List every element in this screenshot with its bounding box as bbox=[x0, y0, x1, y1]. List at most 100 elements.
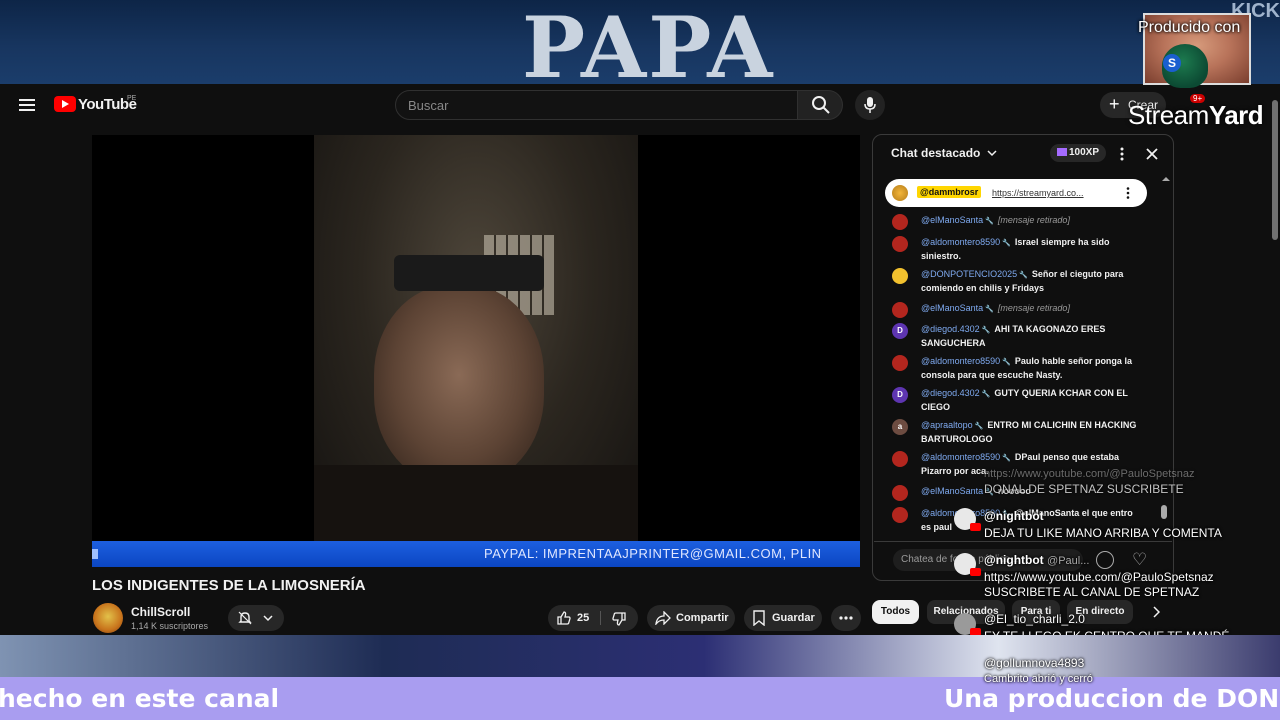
chat-message[interactable]: @elManoSanta 🔧 [mensaje retirado] bbox=[892, 214, 1142, 230]
overlay-faded-url: https://www.youtube.com/@PauloSpetsnaz bbox=[984, 468, 1195, 480]
chat-author[interactable]: @apraaltopo bbox=[921, 420, 973, 430]
chat-author[interactable]: @diegod.4302 bbox=[921, 324, 980, 334]
spetsnaz-badge-icon: S bbox=[1163, 54, 1181, 72]
chat-avatar[interactable] bbox=[892, 236, 908, 252]
chat-avatar[interactable]: a bbox=[892, 419, 908, 435]
hamburger-menu-icon[interactable] bbox=[19, 99, 35, 111]
overlay-faded-line: DONAL DE SPETNAZ SUSCRIBETE bbox=[984, 482, 1184, 496]
chip-todos[interactable]: Todos bbox=[872, 600, 919, 624]
chat-avatar[interactable] bbox=[892, 485, 908, 501]
scroll-up-arrow-icon[interactable] bbox=[1161, 176, 1171, 182]
chat-message[interactable]: @aldomontero8590 🔧 Paulo hable señor ponga… bbox=[892, 355, 1142, 382]
chat-author[interactable]: @DONPOTENCIO2025 bbox=[921, 269, 1017, 279]
chat-avatar[interactable] bbox=[892, 355, 908, 371]
chat-mode-selector[interactable]: Chat destacado bbox=[891, 146, 997, 160]
pinned-user-avatar bbox=[892, 185, 908, 201]
moderator-wrench-icon: 🔧 bbox=[974, 423, 984, 430]
overlay-comment-text: https://www.youtube.com/@PauloSpetsnaz bbox=[984, 570, 1214, 584]
bell-icon bbox=[238, 611, 252, 625]
video-title: LOS INDIGENTES DE LA LIMOSNERÍA bbox=[92, 577, 366, 594]
webcam-video-frame bbox=[314, 135, 638, 541]
thumbs-up-icon[interactable] bbox=[556, 610, 572, 626]
chat-author[interactable]: @diegod.4302 bbox=[921, 388, 980, 398]
chat-avatar[interactable]: D bbox=[892, 387, 908, 403]
chevron-down-icon bbox=[263, 615, 273, 622]
chat-avatar[interactable] bbox=[892, 268, 908, 284]
chat-author[interactable]: @elManoSanta bbox=[921, 486, 983, 496]
moderator-wrench-icon: 🔧 bbox=[981, 391, 991, 398]
chat-avatar[interactable] bbox=[892, 507, 908, 523]
search-button[interactable] bbox=[797, 90, 843, 120]
streamyard-suffix: Yard bbox=[1208, 100, 1264, 130]
moderator-wrench-icon: 🔧 bbox=[981, 327, 991, 334]
like-count: 25 bbox=[577, 612, 590, 624]
overlay-comment-user: @nightbot @Paul... bbox=[984, 553, 1089, 567]
notification-bell-button[interactable] bbox=[228, 605, 284, 631]
streamyard-watermark: StreamYard bbox=[1128, 100, 1264, 131]
youtube-mini-icon bbox=[970, 523, 981, 531]
chat-message[interactable]: @aldomontero8590 🔧 Israel siempre ha sido … bbox=[892, 236, 1142, 263]
chat-scrollbar[interactable] bbox=[1161, 505, 1167, 519]
chat-message[interactable]: D @diegod.4302 🔧 AHI TA KAGONAZO ERES SANGU… bbox=[892, 323, 1142, 350]
chat-text: [mensaje retirado] bbox=[997, 303, 1070, 313]
page-scrollbar[interactable] bbox=[1270, 90, 1280, 630]
chat-message[interactable]: a @apraaltopo 🔧 ENTRO MI CALICHIN EN HACKIN… bbox=[892, 419, 1142, 446]
like-divider bbox=[600, 611, 601, 625]
chat-message[interactable]: @DONPOTENCIO2025 🔧 Señor el cieguto para c… bbox=[892, 268, 1142, 295]
overlay-user-name: @nightbot bbox=[984, 553, 1044, 567]
chat-avatar[interactable] bbox=[892, 214, 908, 230]
moderator-wrench-icon: 🔧 bbox=[1019, 272, 1028, 279]
youtube-mini-icon bbox=[970, 568, 981, 576]
streamer-body bbox=[314, 465, 638, 541]
chat-avatar[interactable] bbox=[892, 451, 908, 467]
save-button[interactable]: Guardar bbox=[744, 605, 822, 631]
pinned-kebab-icon[interactable] bbox=[1126, 187, 1130, 199]
more-actions-button[interactable] bbox=[831, 605, 861, 631]
overlay-user-suffix: @Paul... bbox=[1047, 555, 1090, 567]
video-ticker: PAYPAL: IMPRENTAAJPRINTER@GMAIL.COM, PLI… bbox=[92, 541, 860, 567]
search-input[interactable] bbox=[396, 91, 776, 119]
nightbot-avatar bbox=[954, 508, 981, 531]
chevron-right-icon[interactable] bbox=[1152, 606, 1160, 618]
plus-icon: + bbox=[1109, 94, 1120, 114]
chat-avatar[interactable]: D bbox=[892, 323, 908, 339]
chat-author[interactable]: @aldomontero8590 bbox=[921, 356, 1000, 366]
chat-author[interactable]: @elManoSanta bbox=[921, 303, 983, 313]
chat-message[interactable]: D @diegod.4302 🔧 GUTY QUERIA KCHAR CON EL C… bbox=[892, 387, 1142, 414]
voice-search-button[interactable] bbox=[855, 90, 885, 120]
chat-text: [mensaje retirado] bbox=[997, 215, 1070, 225]
banner-headline: PAPA bbox=[522, 0, 775, 85]
channel-name[interactable]: ChillScroll bbox=[131, 605, 190, 619]
share-button[interactable]: Compartir bbox=[647, 605, 735, 631]
overlay-comment-user: @gollumnova4893 bbox=[984, 656, 1085, 670]
streamer-face bbox=[374, 285, 544, 485]
overlay-comment-user: @nightbot bbox=[984, 509, 1044, 523]
search-box bbox=[395, 90, 798, 120]
share-label: Compartir bbox=[676, 612, 729, 624]
chat-author[interactable]: @aldomontero8590 bbox=[921, 237, 1000, 247]
el-tio-charli-avatar bbox=[954, 613, 981, 636]
streamyard-prefix: Stream bbox=[1128, 100, 1209, 130]
ticker-marker bbox=[92, 549, 98, 559]
chat-author[interactable]: @aldomontero8590 bbox=[921, 452, 1000, 462]
close-icon[interactable] bbox=[1146, 148, 1158, 160]
page-scrollbar-thumb[interactable] bbox=[1272, 100, 1278, 240]
save-label: Guardar bbox=[772, 612, 815, 624]
chat-author[interactable]: @elManoSanta bbox=[921, 215, 983, 225]
heart-icon[interactable]: ♡ bbox=[1132, 551, 1147, 569]
moderator-wrench-icon: 🔧 bbox=[1002, 240, 1011, 247]
pinned-link[interactable]: https://streamyard.co... bbox=[992, 188, 1084, 198]
bookmark-icon bbox=[753, 610, 765, 626]
more-horizontal-icon bbox=[839, 616, 853, 620]
thumbs-down-icon[interactable] bbox=[611, 611, 627, 627]
kebab-menu-icon[interactable] bbox=[1120, 147, 1124, 161]
chat-avatar[interactable] bbox=[892, 302, 908, 318]
channel-avatar[interactable] bbox=[93, 603, 123, 633]
youtube-logo-icon[interactable] bbox=[54, 96, 76, 112]
emoji-icon[interactable] bbox=[1096, 551, 1114, 569]
like-dislike-group: 25 bbox=[548, 605, 638, 631]
chat-message[interactable]: @elManoSanta 🔧 [mensaje retirado] bbox=[892, 302, 1142, 318]
nightbot-avatar bbox=[954, 553, 981, 576]
overlay-comment-text: Cambrito abrió y cerró bbox=[984, 673, 1093, 685]
country-code: PE bbox=[127, 95, 137, 102]
